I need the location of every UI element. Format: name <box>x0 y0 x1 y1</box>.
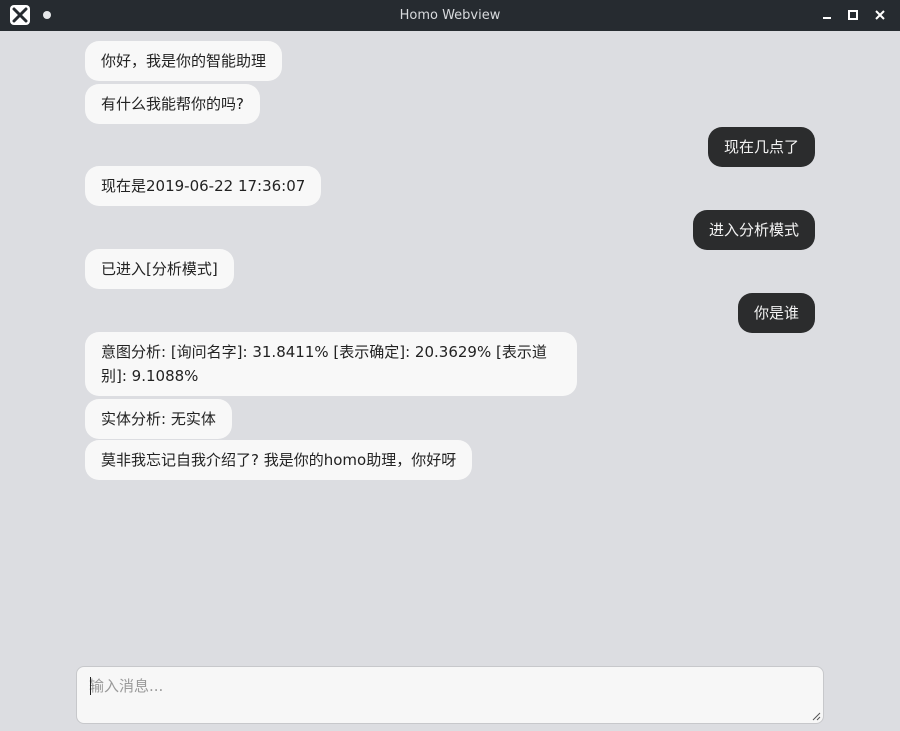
user-message: 现在几点了 <box>707 127 815 167</box>
minimize-icon[interactable] <box>819 7 835 23</box>
close-icon[interactable] <box>872 7 888 23</box>
user-message: 进入分析模式 <box>692 210 815 250</box>
maximize-icon[interactable] <box>845 7 861 23</box>
window-title: Homo Webview <box>399 8 501 23</box>
bot-message: 实体分析: 无实体 <box>85 399 232 439</box>
resize-grip-icon[interactable] <box>812 712 821 721</box>
user-message: 你是谁 <box>737 293 815 333</box>
message-input[interactable] <box>77 667 823 723</box>
chat-log[interactable]: 你好，我是你的智能助理 有什么我能帮你的吗? 现在几点了 现在是2019-06-… <box>0 31 900 661</box>
menu-dot-icon[interactable] <box>43 11 51 19</box>
bot-message: 已进入[分析模式] <box>85 249 234 289</box>
bot-message: 意图分析: [询问名字]: 31.8411% [表示确定]: 20.3629% … <box>85 332 577 396</box>
bot-message: 现在是2019-06-22 17:36:07 <box>85 166 322 206</box>
app-x-icon[interactable] <box>10 5 30 25</box>
title-bar: Homo Webview <box>0 0 900 31</box>
bot-message: 莫非我忘记自我介绍了? 我是你的homo助理，你好呀 <box>85 440 473 480</box>
bot-message: 你好，我是你的智能助理 <box>85 41 283 81</box>
message-input-box[interactable] <box>76 666 824 724</box>
bot-message: 有什么我能帮你的吗? <box>85 84 260 124</box>
text-caret <box>90 677 91 695</box>
